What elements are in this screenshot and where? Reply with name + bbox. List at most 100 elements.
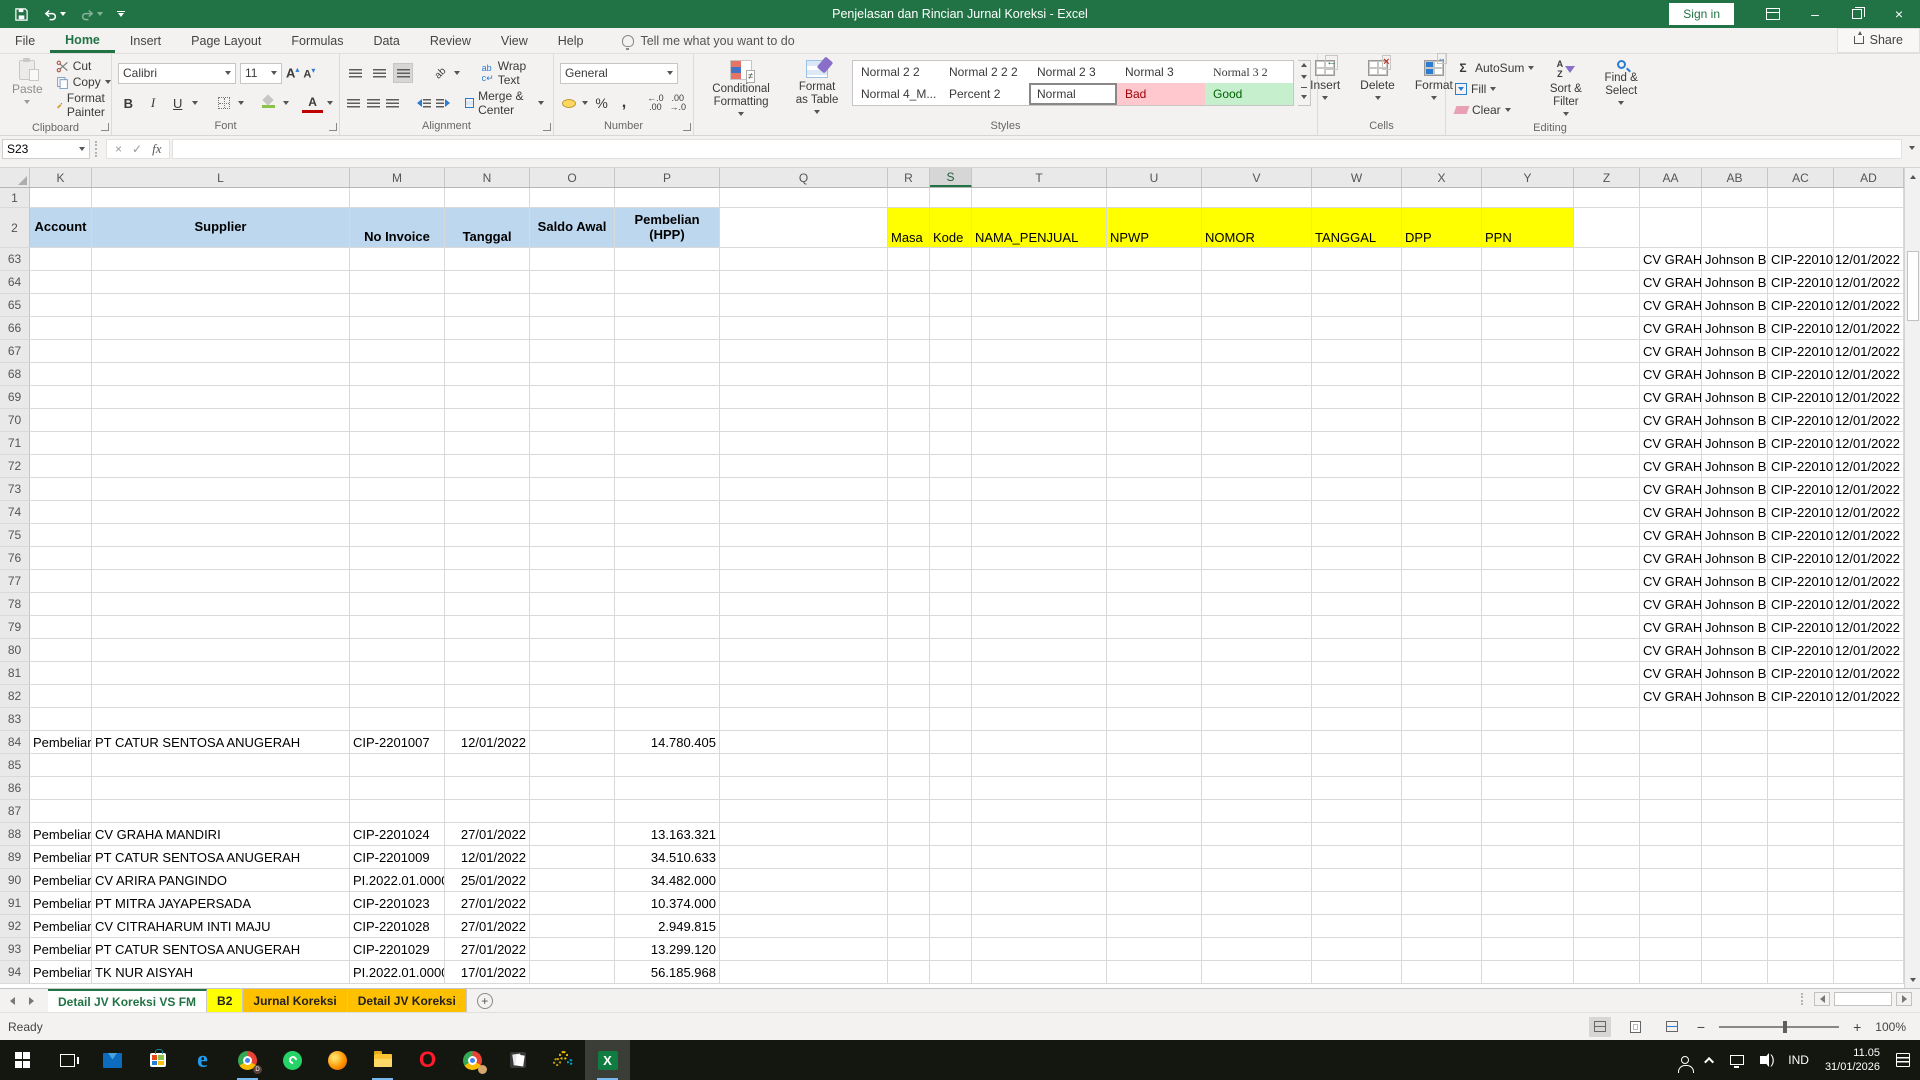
cell-Y67[interactable] xyxy=(1482,340,1574,362)
cell-L73[interactable] xyxy=(92,478,350,500)
vertical-scroll-thumb[interactable] xyxy=(1907,251,1919,321)
autosum-button[interactable]: Σ AutoSum xyxy=(1452,60,1537,76)
clipboard-dialog-launcher[interactable] xyxy=(101,123,109,131)
cell-X82[interactable] xyxy=(1402,685,1482,707)
cell-X94[interactable] xyxy=(1402,961,1482,983)
zoom-out-icon[interactable]: − xyxy=(1697,1019,1705,1035)
cell-K81[interactable] xyxy=(30,662,92,684)
cell-M92[interactable]: CIP-2201028 xyxy=(350,915,445,937)
cell-Q80[interactable] xyxy=(720,639,888,661)
cell-X78[interactable] xyxy=(1402,593,1482,615)
cell-V64[interactable] xyxy=(1202,271,1312,293)
cell-Y88[interactable] xyxy=(1482,823,1574,845)
vertical-scrollbar[interactable] xyxy=(1904,168,1920,988)
cell-N80[interactable] xyxy=(445,639,530,661)
row-header-83[interactable]: 83 xyxy=(0,708,30,730)
prev-sheet-icon[interactable] xyxy=(10,997,15,1005)
cell-L69[interactable] xyxy=(92,386,350,408)
cell-L89[interactable]: PT CATUR SENTOSA ANUGERAH xyxy=(92,846,350,868)
cell-W69[interactable] xyxy=(1312,386,1402,408)
cell-U78[interactable] xyxy=(1107,593,1202,615)
cell-X79[interactable] xyxy=(1402,616,1482,638)
cell-Q81[interactable] xyxy=(720,662,888,684)
cell-Y77[interactable] xyxy=(1482,570,1574,592)
cell-M81[interactable] xyxy=(350,662,445,684)
cell-X67[interactable] xyxy=(1402,340,1482,362)
cell-Z65[interactable] xyxy=(1574,294,1640,316)
cell-AC83[interactable] xyxy=(1768,708,1834,730)
cell-X86[interactable] xyxy=(1402,777,1482,799)
cell-Z84[interactable] xyxy=(1574,731,1640,753)
cell-AA90[interactable] xyxy=(1640,869,1702,891)
cell-AD77[interactable]: 12/01/2022 xyxy=(1834,570,1904,592)
cell-X73[interactable] xyxy=(1402,478,1482,500)
column-header-X[interactable]: X xyxy=(1402,168,1482,187)
row-header-78[interactable]: 78 xyxy=(0,593,30,615)
cell-R68[interactable] xyxy=(888,363,930,385)
cell-W66[interactable] xyxy=(1312,317,1402,339)
cell-U84[interactable] xyxy=(1107,731,1202,753)
cell-S81[interactable] xyxy=(930,662,972,684)
grow-font-icon[interactable]: A▴ xyxy=(286,65,299,80)
cell-AA76[interactable]: CV GRAHA xyxy=(1640,547,1702,569)
cell-W82[interactable] xyxy=(1312,685,1402,707)
enter-icon[interactable]: ✓ xyxy=(132,142,142,156)
cell-S73[interactable] xyxy=(930,478,972,500)
cell-AD81[interactable]: 12/01/2022 xyxy=(1834,662,1904,684)
cell-R65[interactable] xyxy=(888,294,930,316)
cell-X65[interactable] xyxy=(1402,294,1482,316)
cell-AD83[interactable] xyxy=(1834,708,1904,730)
cell-L2[interactable]: Supplier xyxy=(92,208,350,247)
normal-view-icon[interactable] xyxy=(1589,1017,1611,1037)
cell-V92[interactable] xyxy=(1202,915,1312,937)
cell-M69[interactable] xyxy=(350,386,445,408)
cell-K74[interactable] xyxy=(30,501,92,523)
cell-Q2[interactable] xyxy=(720,208,888,247)
cell-Z79[interactable] xyxy=(1574,616,1640,638)
cell-O91[interactable] xyxy=(530,892,615,914)
row-header-94[interactable]: 94 xyxy=(0,961,30,983)
cell-O73[interactable] xyxy=(530,478,615,500)
taskbar-opera[interactable]: O xyxy=(405,1040,450,1080)
cell-Q77[interactable] xyxy=(720,570,888,592)
cell-O72[interactable] xyxy=(530,455,615,477)
cell-R77[interactable] xyxy=(888,570,930,592)
cell-W71[interactable] xyxy=(1312,432,1402,454)
cell-K73[interactable] xyxy=(30,478,92,500)
cell-Q87[interactable] xyxy=(720,800,888,822)
borders-icon[interactable] xyxy=(214,93,235,113)
cell-AD80[interactable]: 12/01/2022 xyxy=(1834,639,1904,661)
middle-align-icon[interactable] xyxy=(370,63,390,83)
cell-L90[interactable]: CV ARIRA PANGINDO xyxy=(92,869,350,891)
cell-AA81[interactable]: CV GRAHA xyxy=(1640,662,1702,684)
cell-AB69[interactable]: Johnson Ba xyxy=(1702,386,1768,408)
scroll-up-icon[interactable] xyxy=(1905,168,1920,185)
cell-W90[interactable] xyxy=(1312,869,1402,891)
cell-AB94[interactable] xyxy=(1702,961,1768,983)
cell-X87[interactable] xyxy=(1402,800,1482,822)
cell-V80[interactable] xyxy=(1202,639,1312,661)
cell-W85[interactable] xyxy=(1312,754,1402,776)
cell-Y66[interactable] xyxy=(1482,317,1574,339)
cell-N76[interactable] xyxy=(445,547,530,569)
cell-S65[interactable] xyxy=(930,294,972,316)
cell-AB92[interactable] xyxy=(1702,915,1768,937)
cell-AD66[interactable]: 12/01/2022 xyxy=(1834,317,1904,339)
cell-AD85[interactable] xyxy=(1834,754,1904,776)
cell-O70[interactable] xyxy=(530,409,615,431)
cell-O77[interactable] xyxy=(530,570,615,592)
cell-S69[interactable] xyxy=(930,386,972,408)
cell-S71[interactable] xyxy=(930,432,972,454)
sheet-tab-detail-jv-koreksi[interactable]: Detail JV Koreksi xyxy=(348,989,467,1012)
find-select-button[interactable]: Find & Select xyxy=(1594,58,1648,107)
cell-R90[interactable] xyxy=(888,869,930,891)
cell-Z69[interactable] xyxy=(1574,386,1640,408)
cell-AB2[interactable] xyxy=(1702,208,1768,247)
shrink-font-icon[interactable]: A▾ xyxy=(303,66,315,81)
cell-P70[interactable] xyxy=(615,409,720,431)
cell-AD64[interactable]: 12/01/2022 xyxy=(1834,271,1904,293)
cell-AC91[interactable] xyxy=(1768,892,1834,914)
tray-expand-icon[interactable] xyxy=(1704,1056,1714,1066)
cell-X80[interactable] xyxy=(1402,639,1482,661)
cell-P71[interactable] xyxy=(615,432,720,454)
